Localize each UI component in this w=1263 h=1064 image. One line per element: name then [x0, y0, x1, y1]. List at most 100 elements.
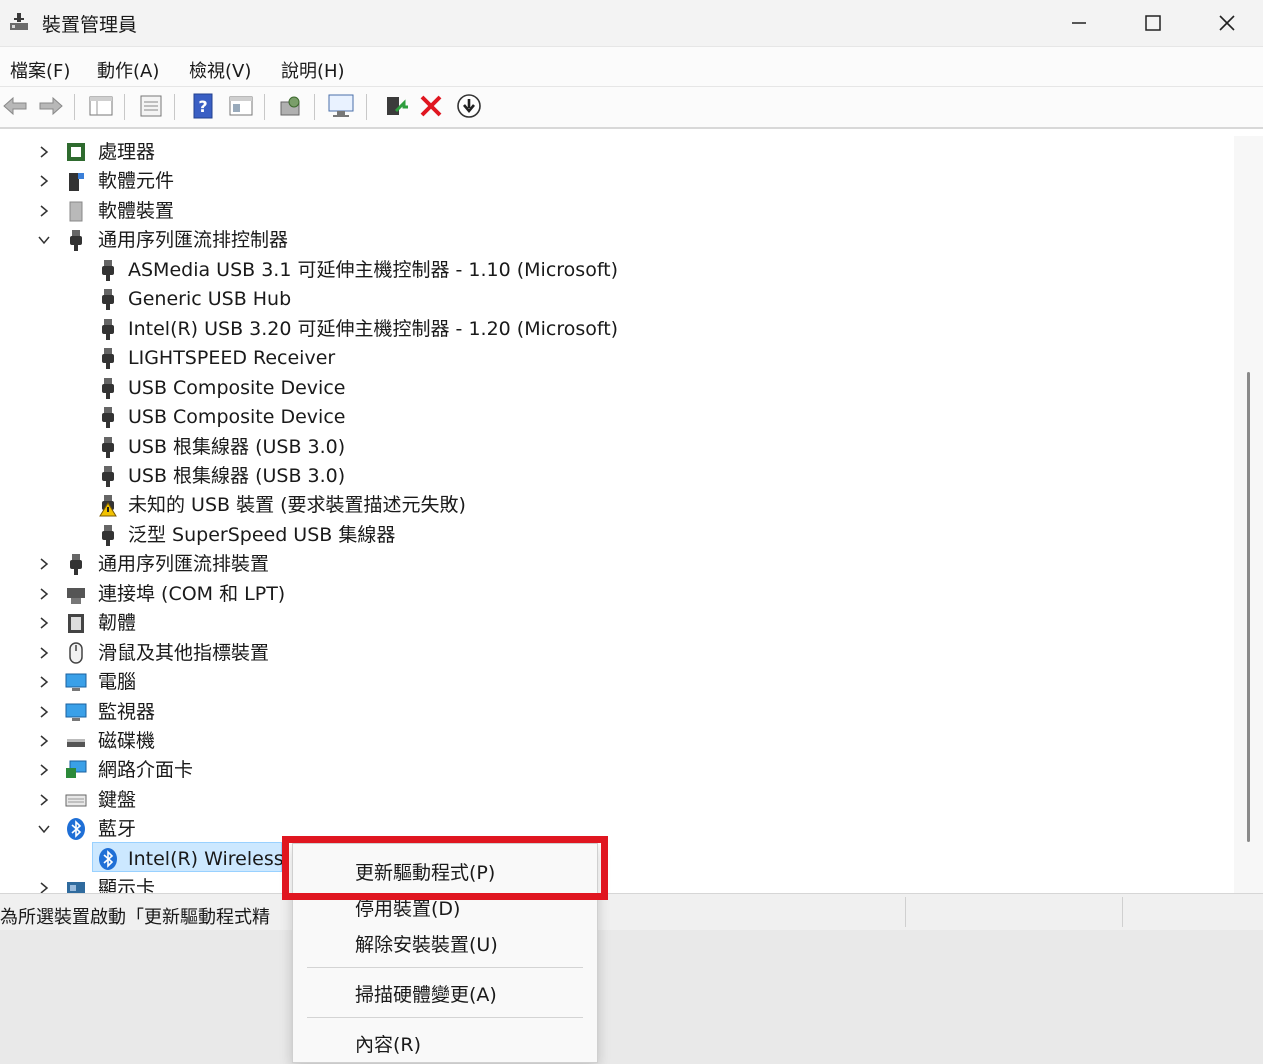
chevron-right-icon[interactable] — [36, 645, 52, 661]
computer-icon — [64, 670, 88, 694]
software-component-icon — [64, 169, 88, 193]
forward-button[interactable] — [36, 91, 66, 121]
tree-child-item[interactable]: ASMedia USB 3.1 可延伸主機控制器 - 1.10 (Microso… — [0, 256, 1234, 284]
tree-item-label: 電腦 — [98, 671, 137, 694]
tree-item-label: 鍵盤 — [98, 788, 137, 811]
back-arrow-icon — [3, 96, 27, 116]
toolbar-separator — [124, 94, 125, 120]
tree-child-item[interactable]: USB 根集線器 (USB 3.0) — [0, 433, 1234, 461]
tree-item-label: Intel(R) Wireless — [128, 847, 284, 870]
tree-item-label: 顯示卡 — [98, 877, 156, 893]
monitor-icon — [64, 700, 88, 724]
tree-item-label: 軟體元件 — [98, 170, 175, 193]
menu-help[interactable]: 說明(H) — [281, 57, 345, 83]
tree-category-item[interactable]: 處理器 — [0, 138, 1234, 166]
tree-category-item[interactable]: 軟體裝置 — [0, 197, 1234, 225]
properties-button[interactable] — [136, 91, 166, 121]
show-hide-tree-icon — [89, 96, 113, 116]
update-driver-icon — [387, 97, 408, 115]
menu-view[interactable]: 檢視(V) — [189, 57, 251, 83]
maximize-icon — [1145, 15, 1161, 31]
help-button[interactable]: ? — [188, 91, 218, 121]
menu-separator — [307, 967, 583, 968]
tree-child-item[interactable]: USB Composite Device — [0, 403, 1234, 431]
menu-uninstall-device[interactable]: 解除安裝裝置(U) — [355, 930, 498, 957]
processor-icon — [64, 140, 88, 164]
menu-action[interactable]: 動作(A) — [97, 57, 159, 83]
tree-category-item[interactable]: 顯示卡 — [0, 874, 1234, 893]
menu-bar: 檔案(F) 動作(A) 檢視(V) 說明(H) — [0, 46, 1263, 87]
toolbar-separator — [74, 94, 75, 120]
view-button[interactable] — [226, 91, 256, 121]
usb-icon — [64, 228, 88, 252]
tree-category-item[interactable]: 連接埠 (COM 和 LPT) — [0, 580, 1234, 608]
tree-item-label: 軟體裝置 — [98, 199, 175, 222]
tree-child-item[interactable]: USB 根集線器 (USB 3.0) — [0, 462, 1234, 490]
tree-category-item[interactable]: 鍵盤 — [0, 786, 1234, 814]
tree-item-label: ASMedia USB 3.1 可延伸主機控制器 - 1.10 (Microso… — [128, 258, 619, 281]
chevron-right-icon[interactable] — [36, 203, 52, 219]
chevron-right-icon[interactable] — [36, 144, 52, 160]
forward-arrow-icon — [39, 96, 63, 116]
window-title: 裝置管理員 — [42, 14, 138, 36]
maximize-button[interactable] — [1116, 0, 1190, 46]
close-button[interactable] — [1190, 0, 1263, 46]
toolbar: ? — [0, 86, 1263, 129]
tree-item-label: 處理器 — [98, 141, 156, 163]
device-manager-icon — [10, 13, 28, 30]
scan-changes-icon — [280, 96, 300, 116]
tree-child-item[interactable]: Intel(R) USB 3.20 可延伸主機控制器 - 1.20 (Micro… — [0, 315, 1234, 343]
tree-category-item[interactable]: 監視器 — [0, 698, 1234, 726]
chevron-right-icon[interactable] — [36, 586, 52, 602]
menu-file[interactable]: 檔案(F) — [10, 57, 70, 83]
minimize-button[interactable] — [1042, 0, 1116, 46]
chevron-down-icon[interactable] — [36, 821, 52, 837]
chevron-right-icon[interactable] — [36, 762, 52, 778]
tree-category-item[interactable]: 磁碟機 — [0, 727, 1234, 755]
chevron-down-icon[interactable] — [36, 232, 52, 248]
tree-child-item[interactable]: Intel(R) Wireless — [0, 845, 1234, 873]
tree-category-item[interactable]: 通用序列匯流排裝置 — [0, 550, 1234, 578]
chevron-right-icon[interactable] — [36, 674, 52, 690]
tree-child-item[interactable]: USB Composite Device — [0, 374, 1234, 402]
disk-drive-icon — [64, 729, 88, 753]
chevron-right-icon[interactable] — [36, 880, 52, 893]
usb-icon — [96, 464, 120, 488]
bluetooth-icon — [96, 847, 120, 871]
usb-icon — [64, 552, 88, 576]
tree-child-item[interactable]: 未知的 USB 裝置 (要求裝置描述元失敗) — [0, 491, 1234, 519]
uninstall-button[interactable] — [416, 91, 446, 121]
tree-category-item[interactable]: 通用序列匯流排控制器 — [0, 226, 1234, 254]
chevron-right-icon[interactable] — [36, 733, 52, 749]
usb-icon — [96, 317, 120, 341]
status-text: 為所選裝置啟動「更新驅動程式精 — [0, 907, 270, 928]
scan-changes-button[interactable] — [276, 91, 306, 121]
tree-item-label: 藍牙 — [98, 818, 137, 841]
disable-button[interactable] — [454, 91, 484, 121]
tree-child-item[interactable]: LIGHTSPEED Receiver — [0, 344, 1234, 372]
update-driver-button[interactable] — [380, 91, 410, 121]
tree-category-item[interactable]: 藍牙 — [0, 815, 1234, 843]
properties-icon — [140, 95, 162, 117]
menu-scan-hardware[interactable]: 掃描硬體變更(A) — [355, 980, 497, 1007]
menu-properties[interactable]: 內容(R) — [355, 1030, 421, 1057]
svg-text:?: ? — [198, 97, 207, 116]
chevron-right-icon[interactable] — [36, 615, 52, 631]
tree-category-item[interactable]: 網路介面卡 — [0, 756, 1234, 784]
tree-child-item[interactable]: Generic USB Hub — [0, 285, 1234, 313]
chevron-right-icon[interactable] — [36, 556, 52, 572]
show-hide-tree-button[interactable] — [86, 91, 116, 121]
chevron-right-icon[interactable] — [36, 704, 52, 720]
tree-item-label: 韌體 — [98, 612, 137, 635]
status-bar: 為所選裝置啟動「更新驅動程式精 — [0, 893, 1263, 930]
tree-category-item[interactable]: 韌體 — [0, 609, 1234, 637]
tree-category-item[interactable]: 滑鼠及其他指標裝置 — [0, 639, 1234, 667]
chevron-right-icon[interactable] — [36, 792, 52, 808]
monitor-button[interactable] — [326, 91, 356, 121]
tree-category-item[interactable]: 軟體元件 — [0, 167, 1234, 195]
tree-category-item[interactable]: 電腦 — [0, 668, 1234, 696]
chevron-right-icon[interactable] — [36, 173, 52, 189]
tree-child-item[interactable]: 泛型 SuperSpeed USB 集線器 — [0, 521, 1234, 549]
back-button[interactable] — [0, 91, 30, 121]
scrollbar-thumb[interactable] — [1247, 372, 1250, 842]
